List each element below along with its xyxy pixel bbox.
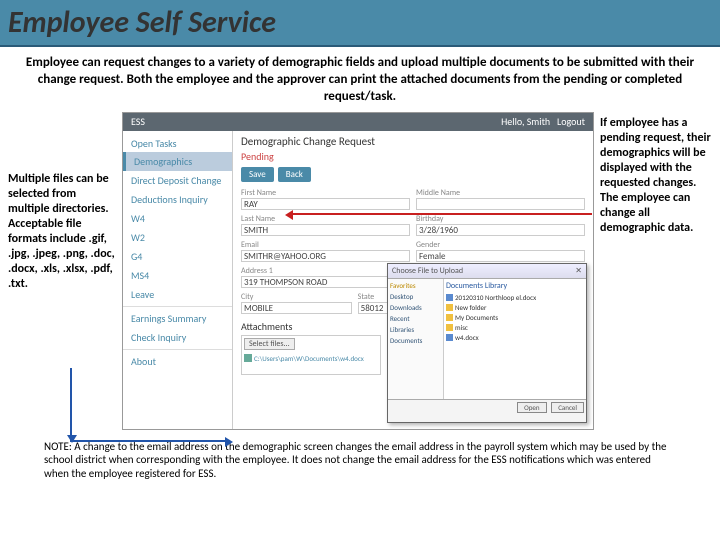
dlg-side-2[interactable]: Recent bbox=[390, 314, 441, 323]
dlg-file-2[interactable]: My Documents bbox=[446, 313, 584, 322]
attached-file[interactable]: C:\Users\pam\W\Documents\w4.docx bbox=[244, 354, 378, 363]
form-title: Demographic Change Request bbox=[241, 135, 585, 148]
sidebar: Open Tasks Demographics Direct Deposit C… bbox=[123, 131, 233, 429]
folder-icon bbox=[446, 304, 453, 311]
dlg-file-0[interactable]: 20120310 Northloop el.docx bbox=[446, 293, 584, 302]
first-name-field[interactable]: RAY bbox=[241, 198, 410, 210]
nav-leave[interactable]: Leave bbox=[123, 285, 232, 304]
save-button[interactable]: Save bbox=[241, 167, 274, 182]
app-brand: ESS bbox=[131, 115, 145, 129]
nav-ms4[interactable]: MS4 bbox=[123, 266, 232, 285]
app-header: ESS Hello, Smith Logout bbox=[123, 113, 593, 131]
nav-w4[interactable]: W4 bbox=[123, 209, 232, 228]
dlg-file-3[interactable]: misc bbox=[446, 323, 584, 332]
folder-icon bbox=[446, 314, 453, 321]
close-icon[interactable]: ✕ bbox=[575, 266, 582, 276]
arrow-attachments-h-icon bbox=[70, 440, 230, 442]
doc-icon bbox=[446, 294, 453, 301]
dlg-file-4[interactable]: w4.docx bbox=[446, 333, 584, 342]
nav-demographics[interactable]: Demographics bbox=[123, 152, 232, 171]
file-icon bbox=[244, 354, 252, 362]
left-note: Multiple files can be selected from mult… bbox=[8, 112, 116, 430]
select-files-button[interactable]: Select files... bbox=[244, 338, 295, 350]
middle-name-field[interactable] bbox=[416, 198, 585, 210]
gender-field[interactable]: Female bbox=[416, 250, 585, 262]
right-note: If employee has a pending request, their… bbox=[600, 112, 712, 430]
app-logout[interactable]: Hello, Smith Logout bbox=[501, 115, 585, 129]
city-label: City bbox=[241, 292, 352, 302]
main-row: Multiple files can be selected from mult… bbox=[0, 112, 720, 430]
nav-w2[interactable]: W2 bbox=[123, 228, 232, 247]
nav-g4[interactable]: G4 bbox=[123, 247, 232, 266]
dialog-footer: Open Cancel bbox=[388, 399, 586, 415]
dlg-fav[interactable]: Favorites bbox=[390, 281, 441, 290]
birthday-label: Birthday bbox=[416, 214, 585, 224]
middle-name-label: Middle Name bbox=[416, 188, 585, 198]
back-button[interactable]: Back bbox=[278, 167, 311, 182]
intro-text: Employee can request changes to a variet… bbox=[0, 47, 720, 112]
dialog-sidebar: Favorites Desktop Downloads Recent Libra… bbox=[388, 279, 444, 399]
dlg-side-1[interactable]: Downloads bbox=[390, 303, 441, 312]
file-upload-dialog: Choose File to Upload ✕ Favorites Deskto… bbox=[387, 263, 587, 423]
addr1-field[interactable]: 319 THOMPSON ROAD bbox=[241, 276, 410, 288]
nav-check-inquiry[interactable]: Check Inquiry bbox=[123, 328, 232, 347]
dialog-lib: Documents Library bbox=[446, 281, 584, 291]
email-field[interactable]: SMITHR@YAHOO.ORG bbox=[241, 250, 410, 262]
dlg-side-4[interactable]: Documents bbox=[390, 336, 441, 345]
attachments-box: Select files... C:\Users\pam\W\Documents… bbox=[241, 335, 381, 375]
addr1-label: Address 1 bbox=[241, 266, 410, 276]
email-label: Email bbox=[241, 240, 410, 250]
last-name-field[interactable]: SMITH bbox=[241, 224, 410, 236]
dialog-header: Choose File to Upload ✕ bbox=[388, 264, 586, 279]
folder-icon bbox=[446, 324, 453, 331]
app-screenshot: ESS Hello, Smith Logout Open Tasks Demog… bbox=[122, 112, 594, 430]
nav-about[interactable]: About bbox=[123, 352, 232, 371]
dlg-side-0[interactable]: Desktop bbox=[390, 292, 441, 301]
last-name-label: Last Name bbox=[241, 214, 410, 224]
dialog-filelist: Documents Library 20120310 Northloop el.… bbox=[444, 279, 586, 399]
sidebar-header: Open Tasks bbox=[123, 131, 232, 152]
nav-earnings[interactable]: Earnings Summary bbox=[123, 309, 232, 328]
first-name-label: First Name bbox=[241, 188, 410, 198]
page-title: Employee Self Service bbox=[8, 4, 712, 41]
gender-label: Gender bbox=[416, 240, 585, 250]
dlg-file-1[interactable]: New folder bbox=[446, 303, 584, 312]
footer-note: NOTE: A change to the email address on t… bbox=[0, 430, 720, 481]
open-button[interactable]: Open bbox=[517, 402, 546, 413]
arrow-pending-icon bbox=[288, 213, 592, 215]
arrow-attachments-icon bbox=[70, 368, 72, 440]
pending-badge: Pending bbox=[241, 150, 585, 163]
title-bar: Employee Self Service bbox=[0, 0, 720, 47]
city-field[interactable]: MOBILE bbox=[241, 302, 352, 314]
cancel-button[interactable]: Cancel bbox=[551, 402, 584, 413]
form-area: Demographic Change Request Pending Save … bbox=[233, 131, 593, 429]
nav-direct-deposit[interactable]: Direct Deposit Change bbox=[123, 171, 232, 190]
dlg-side-3[interactable]: Libraries bbox=[390, 325, 441, 334]
doc-icon bbox=[446, 334, 453, 341]
nav-deductions[interactable]: Deductions Inquiry bbox=[123, 190, 232, 209]
dialog-title: Choose File to Upload bbox=[392, 266, 463, 276]
birthday-field[interactable]: 3/28/1960 bbox=[416, 224, 585, 236]
